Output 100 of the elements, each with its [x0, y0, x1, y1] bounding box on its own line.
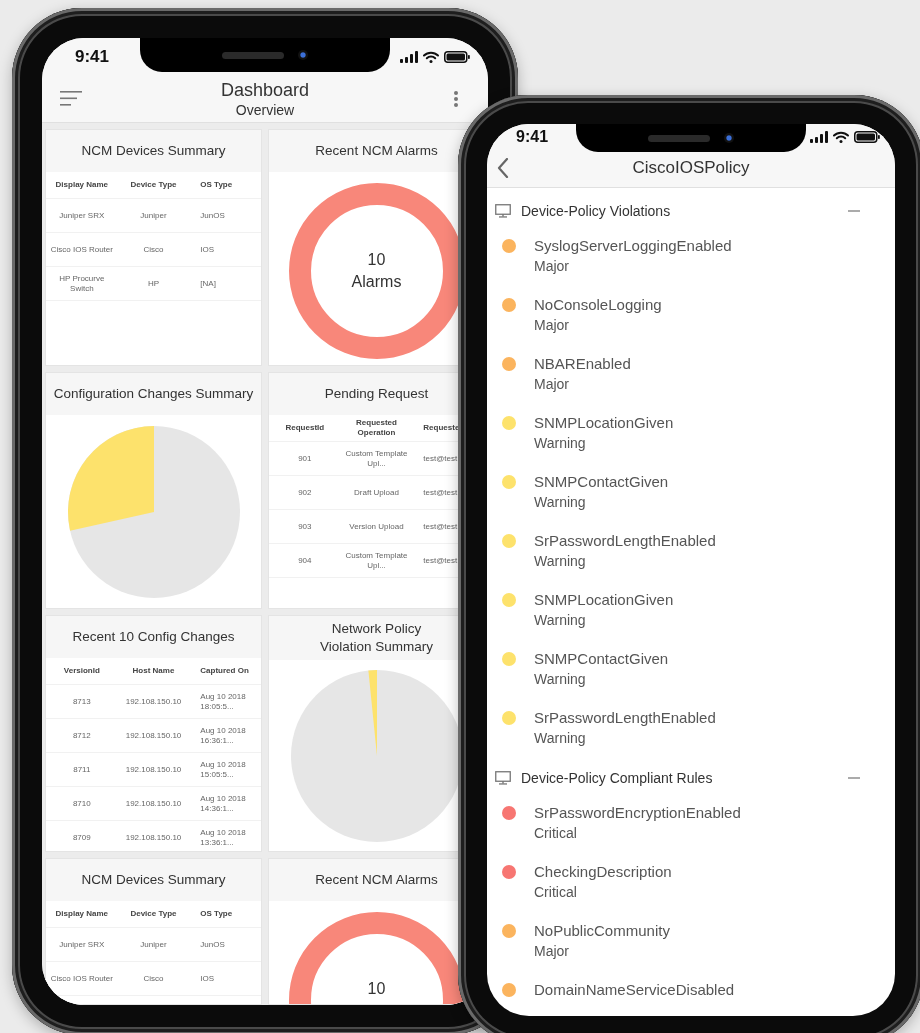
rule-name: SrPasswordLengthEnabled — [534, 708, 716, 728]
table-header-cell-text: RequestId — [284, 423, 326, 433]
rule-name: SNMPLocationGiven — [534, 413, 674, 433]
table-cell-text: Aug 10 2018 16:36:1... — [199, 725, 247, 746]
rule-name: CheckingDescription — [534, 862, 672, 882]
battery-icon — [854, 130, 880, 143]
alarm-label: Alarms — [351, 272, 402, 292]
table-cell-text: 8709 — [71, 832, 92, 843]
table-cell-text: test@test. — [422, 453, 461, 464]
table-cell-text: 8712 — [71, 730, 92, 741]
status-time: 9:41 — [516, 127, 549, 146]
alarm-count: 10 — [367, 250, 386, 270]
table-header-cell-text: OS Type — [199, 180, 234, 190]
rule-name: DomainNameServiceDisabled — [534, 980, 735, 1000]
severity-label: Major — [534, 375, 570, 394]
table-header-cell-text: VersionId — [62, 666, 101, 676]
table-header-cell-text: Display Name — [54, 180, 110, 190]
signal-icon — [810, 130, 828, 143]
table-cell-text: Cisco — [142, 973, 165, 984]
back-icon — [497, 158, 509, 178]
severity-label: Warning — [534, 611, 587, 630]
table-cell-text: [NA] — [199, 278, 217, 289]
table-cell-text: test@test. — [422, 521, 461, 532]
table-cell-text: HP — [146, 278, 161, 289]
rule-name: SrPasswordEncryptionEnabled — [534, 803, 741, 823]
more-icon — [454, 90, 458, 107]
menu-icon — [60, 91, 82, 106]
table-cell-text: 192.108.150.10 — [124, 696, 183, 707]
wifi-icon — [833, 130, 849, 143]
severity-label: Major — [534, 257, 570, 276]
rule-name: SNMPContactGiven — [534, 472, 669, 492]
table-cell-text: Juniper SRX — [58, 939, 106, 950]
severity-label: Warning — [534, 434, 587, 453]
table-cell-text: Aug 10 2018 14:36:1... — [199, 793, 247, 814]
table-header-cell-text: Device Type — [129, 909, 178, 919]
table-header-cell-text: OS Type — [199, 909, 234, 919]
severity-label: Warning — [534, 729, 587, 748]
severity-label: Warning — [534, 493, 587, 512]
table-cell-text: test@test. — [422, 487, 461, 498]
wifi-icon — [423, 50, 439, 63]
severity-label: Major — [534, 316, 570, 335]
table-cell-text: Juniper — [139, 939, 168, 950]
table-cell-text: 902 — [297, 487, 313, 498]
table-cell-text: 192.108.150.10 — [124, 832, 183, 843]
rule-name: SNMPContactGiven — [534, 649, 669, 669]
rule-name: NoPublicCommunity — [534, 921, 670, 941]
table-header-cell-text: Device Type — [129, 180, 178, 190]
table-cell-text: IOS — [199, 973, 216, 984]
screen-title: Dashboard — [220, 78, 310, 101]
table-cell-text: JunOS — [199, 210, 226, 221]
monitor-icon — [495, 771, 511, 785]
table-cell-text: Custom Template Upl... — [344, 550, 409, 571]
table-cell-text: 192.108.150.10 — [124, 764, 183, 775]
table-cell-text: test@test. — [422, 555, 461, 566]
rule-name: NBAREnabled — [534, 354, 631, 374]
card-title: Configuration Changes Summary — [46, 373, 261, 415]
table-cell-text: 901 — [297, 453, 313, 464]
speaker-grille — [648, 134, 710, 142]
section-title: Device-Policy Violations — [521, 203, 672, 219]
table-cell-text: Aug 10 2018 15:05:5... — [199, 759, 247, 780]
card-title: NCM Devices Summary — [46, 859, 261, 901]
screen-title: CiscoIOSPolicy — [631, 158, 751, 178]
table-cell-text: Juniper — [139, 210, 168, 221]
table-cell-text: Cisco — [142, 244, 165, 255]
table-cell-text: 904 — [297, 555, 313, 566]
rule-name: SNMPLocationGiven — [534, 590, 674, 610]
table-cell-text: HP Procurve Switch — [58, 273, 106, 294]
severity-label: Warning — [534, 552, 587, 571]
table-cell-text: 8713 — [71, 696, 92, 707]
rule-name: NoConsoleLogging — [534, 295, 662, 315]
table-cell-text: Cisco IOS Router — [49, 244, 114, 255]
table-cell-text: JunOS — [199, 939, 226, 950]
table-header-cell-text: Captured On — [199, 666, 250, 676]
table-cell-text: Cisco IOS Router — [49, 973, 114, 984]
table-cell-text: 192.108.150.10 — [124, 798, 183, 809]
table-cell-text: IOS — [199, 244, 216, 255]
card-title: Recent 10 Config Changes — [46, 616, 261, 658]
severity-label: Critical — [534, 883, 578, 902]
severity-label: Warning — [534, 670, 587, 689]
table-cell-text: 8710 — [71, 798, 92, 809]
rule-name: SyslogServerLoggingEnabled — [534, 236, 732, 256]
table-header-cell-text: Display Name — [54, 909, 110, 919]
section-title: Device-Policy Compliant Rules — [521, 770, 714, 786]
alarm-count: 10 — [367, 979, 386, 999]
status-time: 9:41 — [75, 46, 110, 67]
more-button[interactable] — [454, 90, 458, 107]
table-cell-text: Custom Template Upl... — [344, 448, 409, 469]
table-cell-text: 903 — [297, 521, 313, 532]
table-cell-text: Aug 10 2018 13:36:1... — [199, 827, 247, 848]
rule-name: SrPasswordLengthEnabled — [534, 531, 716, 551]
camera-lens — [724, 133, 734, 143]
table-cell-text: Juniper SRX — [58, 210, 106, 221]
screen-subtitle: Overview — [235, 100, 295, 119]
signal-icon — [400, 50, 418, 63]
table-cell-text: Draft Upload — [353, 487, 400, 498]
card-title: NCM Devices Summary — [46, 130, 261, 172]
monitor-icon — [495, 204, 511, 218]
severity-label: Major — [534, 942, 570, 961]
camera-lens — [298, 50, 308, 60]
speaker-grille — [222, 51, 284, 59]
